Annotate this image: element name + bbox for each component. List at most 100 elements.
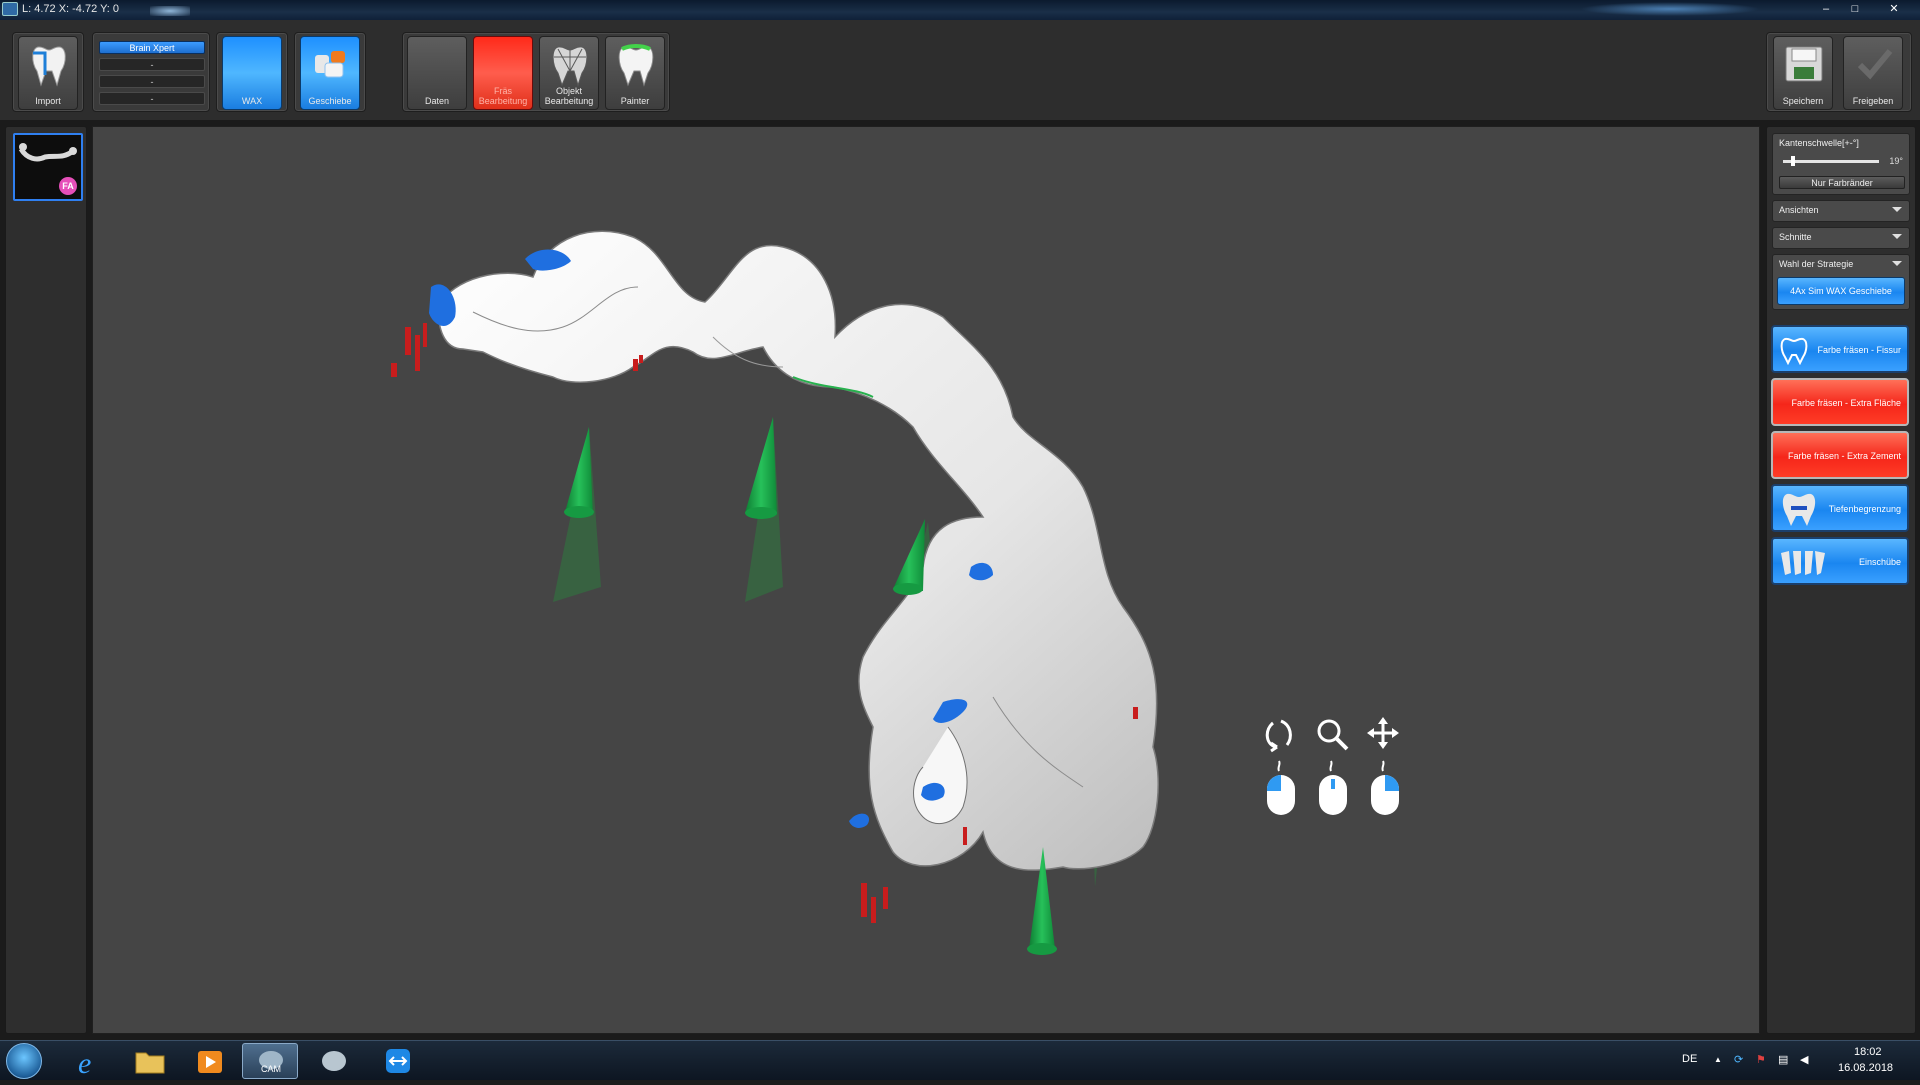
chevron-down-icon[interactable] bbox=[1892, 261, 1902, 266]
taskbar: e CAM DE ▲ ⟳ ⚑ ▤ ◀ 18:02 16.08.2018 bbox=[0, 1040, 1920, 1080]
brain-slot-3[interactable]: - bbox=[99, 92, 205, 105]
object-list-panel: FA bbox=[5, 126, 87, 1034]
wax-group: WAX bbox=[216, 32, 288, 112]
tray-expand-icon[interactable]: ▲ bbox=[1714, 1055, 1722, 1064]
sync-tray-icon[interactable]: ⟳ bbox=[1734, 1053, 1743, 1066]
tooth-wireframe-icon bbox=[552, 46, 588, 87]
fissur-tool-button[interactable]: Farbe fräsen - Fissur bbox=[1771, 325, 1909, 373]
right-mouse-icon bbox=[1371, 760, 1399, 815]
wax-label: WAX bbox=[241, 96, 263, 106]
restore-button[interactable]: □ bbox=[1842, 1, 1868, 18]
internet-explorer-icon[interactable]: e bbox=[62, 1043, 118, 1080]
nur-farbraender-button[interactable]: Nur Farbränder bbox=[1779, 176, 1905, 189]
navigation-hints bbox=[1265, 717, 1399, 815]
strategie-box: Wahl der Strategie 4Ax Sim WAX Geschiebe bbox=[1772, 254, 1910, 310]
tiefenbegrenzung-tool-label: Tiefenbegrenzung bbox=[1828, 504, 1901, 514]
painter-label: Painter bbox=[620, 96, 650, 106]
folder-icon[interactable] bbox=[122, 1043, 178, 1079]
freigeben-button[interactable]: Freigeben bbox=[1843, 36, 1903, 110]
bridge-model-render bbox=[391, 230, 1399, 955]
chevron-down-icon bbox=[1892, 207, 1902, 212]
start-button[interactable] bbox=[6, 1043, 42, 1079]
main-toolbar: Import Brain Xpert - - - WAX Geschiebe D… bbox=[0, 20, 1920, 122]
tooth-import-icon bbox=[32, 46, 66, 87]
mill-app-icon[interactable] bbox=[306, 1043, 362, 1079]
brain-slot-1[interactable]: - bbox=[99, 58, 205, 71]
fras-bearbeitung-label: Fräs Bearbeitung bbox=[478, 86, 528, 106]
wax-button[interactable]: WAX bbox=[222, 36, 282, 110]
schnitte-dropdown[interactable]: Schnitte bbox=[1772, 227, 1910, 249]
objekt-bearbeitung-label: Objekt Bearbeitung bbox=[544, 86, 594, 106]
daten-label: Daten bbox=[424, 96, 450, 106]
painter-button[interactable]: Painter bbox=[605, 36, 665, 110]
insertion-teeth-icon bbox=[1781, 551, 1825, 575]
einschuebe-tool-button[interactable]: Einschübe bbox=[1771, 537, 1909, 585]
extra-zement-tool-label: Farbe fräsen - Extra Zement bbox=[1787, 451, 1901, 461]
window-title: L: 4.72 X: -4.72 Y: 0 bbox=[22, 3, 120, 15]
processing-group: Daten Fräs Bearbeitung Objekt Bearbeitun… bbox=[402, 32, 670, 112]
extra-flaeche-tool-button[interactable]: Farbe fräsen - Extra Fläche bbox=[1771, 378, 1909, 426]
volume-tray-icon[interactable]: ◀ bbox=[1800, 1053, 1808, 1066]
language-indicator[interactable]: DE bbox=[1682, 1053, 1697, 1065]
strategy-select-button[interactable]: 4Ax Sim WAX Geschiebe bbox=[1777, 277, 1905, 305]
cam-app-icon[interactable]: CAM bbox=[242, 1043, 298, 1079]
flag-tray-icon[interactable]: ⚑ bbox=[1756, 1053, 1766, 1066]
fissur-tool-label: Farbe fräsen - Fissur bbox=[1817, 345, 1901, 355]
ansichten-dropdown[interactable]: Ansichten bbox=[1772, 200, 1910, 222]
tiefenbegrenzung-tool-button[interactable]: Tiefenbegrenzung bbox=[1771, 484, 1909, 532]
tooth-outline-icon bbox=[1780, 337, 1808, 365]
thumbnail-badge: FA bbox=[59, 177, 77, 195]
minimize-button[interactable]: – bbox=[1813, 1, 1839, 18]
rotate-icon bbox=[1265, 719, 1292, 753]
attachment-icon bbox=[315, 51, 345, 78]
network-tray-icon[interactable]: ▤ bbox=[1778, 1053, 1788, 1066]
left-mouse-icon bbox=[1267, 760, 1295, 815]
clock-time[interactable]: 18:02 bbox=[1854, 1046, 1882, 1058]
chevron-down-icon bbox=[1892, 234, 1902, 239]
speichern-button[interactable]: Speichern bbox=[1773, 36, 1833, 110]
import-group: Import bbox=[12, 32, 84, 112]
brain-xpert-button[interactable]: Brain Xpert bbox=[99, 41, 205, 54]
clock-date[interactable]: 16.08.2018 bbox=[1838, 1062, 1893, 1074]
einschuebe-tool-label: Einschübe bbox=[1858, 557, 1901, 567]
geschiebe-button[interactable]: Geschiebe bbox=[300, 36, 360, 110]
cam-app-label: CAM bbox=[261, 1064, 281, 1074]
depth-limit-tooth-icon bbox=[1782, 493, 1816, 526]
tooth-painter-icon bbox=[618, 44, 654, 87]
media-player-icon[interactable] bbox=[182, 1043, 238, 1079]
import-label: Import bbox=[35, 96, 61, 106]
checkmark-icon bbox=[1857, 49, 1893, 80]
extra-flaeche-tool-label: Farbe fräsen - Extra Fläche bbox=[1791, 398, 1901, 408]
import-button[interactable]: Import bbox=[18, 36, 78, 110]
kantenschwelle-box: Kantenschwelle[+-°] 19° Nur Farbränder bbox=[1772, 133, 1910, 195]
speichern-label: Speichern bbox=[1782, 96, 1824, 106]
extra-zement-tool-button[interactable]: Farbe fräsen - Extra Zement bbox=[1771, 431, 1909, 479]
3d-viewport[interactable] bbox=[92, 126, 1760, 1034]
ansichten-label: Ansichten bbox=[1779, 205, 1819, 215]
freigeben-label: Freigeben bbox=[1852, 96, 1894, 106]
strategie-label: Wahl der Strategie bbox=[1779, 259, 1854, 269]
objekt-bearbeitung-button[interactable]: Objekt Bearbeitung bbox=[539, 36, 599, 110]
fras-bearbeitung-button[interactable]: Fräs Bearbeitung bbox=[473, 36, 533, 110]
kantenschwelle-label: Kantenschwelle[+-°] bbox=[1779, 138, 1859, 148]
app-icon bbox=[2, 2, 18, 16]
title-bar: L: 4.72 X: -4.72 Y: 0 – □ ✕ bbox=[0, 0, 1920, 20]
geschiebe-group: Geschiebe bbox=[294, 32, 366, 112]
geschiebe-label: Geschiebe bbox=[308, 96, 352, 106]
close-button[interactable]: ✕ bbox=[1879, 1, 1909, 18]
brain-slot-2[interactable]: - bbox=[99, 75, 205, 88]
kantenschwelle-value: 19° bbox=[1889, 156, 1903, 166]
schnitte-label: Schnitte bbox=[1779, 232, 1812, 242]
kantenschwelle-slider[interactable] bbox=[1783, 156, 1879, 166]
dental-bridge bbox=[437, 230, 1159, 871]
svg-text:e: e bbox=[78, 1047, 91, 1079]
teamviewer-icon[interactable] bbox=[370, 1043, 426, 1079]
zoom-icon bbox=[1317, 719, 1349, 751]
pan-icon bbox=[1367, 717, 1399, 749]
save-group: Speichern Freigeben bbox=[1766, 32, 1912, 112]
save-disk-icon bbox=[1785, 46, 1823, 82]
model-thumbnail[interactable]: FA bbox=[13, 133, 83, 201]
tool-panel: Kantenschwelle[+-°] 19° Nur Farbränder A… bbox=[1766, 126, 1916, 1034]
daten-button[interactable]: Daten bbox=[407, 36, 467, 110]
slider-handle[interactable] bbox=[1790, 156, 1795, 166]
